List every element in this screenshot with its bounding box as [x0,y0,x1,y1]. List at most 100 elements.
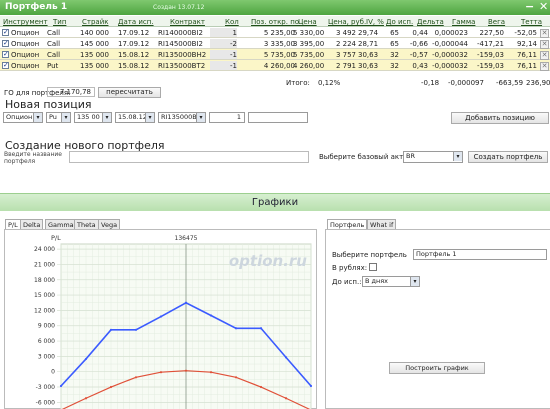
portfolio-select-value: Портфель 1 [416,250,457,258]
cell-type: Call [47,40,61,48]
strike-select[interactable]: 135 00 ▾ [74,112,112,123]
series-point [84,397,88,400]
recalculate-button[interactable]: пересчитать [98,87,161,98]
cell-strike: 135 000 [80,62,109,70]
series-point [159,371,163,374]
cell-delta: 0,43 [412,62,428,70]
col-header-contract[interactable]: Контракт [170,18,205,26]
date-select[interactable]: 15.08.12 ▾ [115,112,155,123]
watermark: option.ru [229,252,307,270]
price-input[interactable] [248,112,308,123]
cell-instrument: Опцион [11,29,40,37]
create-portfolio-button[interactable]: Создать портфель [468,151,548,163]
row-checkbox[interactable]: ✓ [2,51,9,58]
cell-open-price: 5 235,00 [263,29,295,37]
expiry-select[interactable]: В днях ▾ [362,276,420,287]
table-header: Инструмент Тип Страйк Дата исп. Контракт… [0,16,550,27]
col-header-type[interactable]: Тип [53,18,66,26]
y-axis-label: P/L [51,234,61,242]
series-point [84,357,88,361]
table-row[interactable]: ✓ Опцион Call 135 000 15.08.12 RI135000BH2 -1 5… [0,49,550,60]
row-checkbox[interactable]: ✓ [2,29,9,36]
contract-select[interactable]: RI135000B ▾ [158,112,206,123]
cell-days: 32 [390,51,399,59]
add-position-button[interactable]: Добавить позицию [451,112,549,124]
series-point [109,385,113,389]
y-tick-label: -6 000 [36,399,56,406]
table-row[interactable]: ✓ Опцион Call 140 000 17.09.12 RI140000BI2 1 5 … [0,27,550,38]
table-row[interactable]: ✓ Опцион Put 135 000 15.08.12 RI135000BT2 -1 4 … [0,60,550,71]
cell-open-price: 5 735,00 [263,51,295,59]
chevron-down-icon: ▾ [102,113,111,122]
quantity-input[interactable]: 1 [209,112,245,123]
totals-label: Итого: [286,79,310,87]
y-tick-label: 12 000 [34,307,55,314]
pl-chart-panel: 24 000 21 000 18 000 15 000 12 000 9 000 6 000… [4,229,317,409]
y-tick-label: 3 000 [38,353,55,360]
portfolio-select[interactable]: Портфель 1 [413,249,547,260]
col-header-qty[interactable]: Кол [225,18,239,26]
cell-price-rub: 3 757 [335,51,356,59]
type-select[interactable]: Pu ▾ [46,112,71,123]
cell-qty: -2 [210,39,237,48]
chevron-down-icon: ▾ [453,152,462,161]
col-header-strike[interactable]: Страйк [82,18,108,26]
series-point [309,384,313,388]
base-asset-select[interactable]: BR ▾ [403,151,463,163]
remove-row-icon[interactable]: ✕ [540,29,549,38]
col-header-price[interactable]: Цена [298,18,317,26]
row-checkbox[interactable]: ✓ [2,40,9,47]
cell-type: Put [47,62,59,70]
build-chart-button[interactable]: Построить график [389,362,485,374]
cell-iv: 30,63 [358,51,379,59]
col-header-open[interactable]: Поз. откр. по [251,18,299,26]
series-point [234,376,238,379]
created-date: Создан 13.07.12 [153,4,205,11]
remove-row-icon[interactable]: ✕ [540,40,549,49]
col-header-days[interactable]: До исп. [386,18,413,26]
cell-strike: 135 000 [80,51,109,59]
cell-date: 15.08.12 [118,62,150,70]
table-row[interactable]: ✓ Опцион Call 145 000 17.09.12 RI145000BI2 -2 3… [0,38,550,49]
price-marker-label: 136475 [175,235,198,242]
close-icon[interactable]: ✕ [539,1,548,13]
series-point [134,376,138,379]
col-header-delta[interactable]: Дельта [417,18,444,26]
cell-theta: 76,11 [516,62,537,70]
totals-theta: 236,90 [526,79,550,87]
series-point [259,385,263,389]
cell-delta: 0,44 [412,29,428,37]
cell-instrument: Опцион [11,40,40,48]
instrument-select-value: Опцион [6,113,33,121]
col-header-price-rub[interactable]: Цена, руб. [328,18,366,26]
series-point [59,384,63,388]
cell-vega: -159,03 [476,62,504,70]
col-header-theta[interactable]: Тетта [521,18,542,26]
col-header-vega[interactable]: Вега [488,18,505,26]
portfolio-name-input[interactable] [69,151,309,163]
y-tick-label: 6 000 [38,338,55,345]
new-position-title: Новая позиция [5,98,92,111]
chevron-down-icon: ▾ [145,113,154,122]
col-header-date[interactable]: Дата исп. [118,18,154,26]
instrument-select[interactable]: Опцион ▾ [3,112,43,123]
cell-price: 3 395,00 [293,40,325,48]
y-tick-label: 0 [51,369,55,376]
cell-instrument: Опцион [11,51,40,59]
remove-row-icon[interactable]: ✕ [540,62,549,71]
row-checkbox[interactable]: ✓ [2,62,9,69]
chevron-down-icon: ▾ [410,277,419,286]
cell-gamma: -0,000032 [432,51,468,59]
col-header-iv[interactable]: IV, % [366,18,384,26]
totals-vega: -663,59 [496,79,524,87]
minimize-icon[interactable]: − [525,1,534,13]
remove-row-icon[interactable]: ✕ [540,51,549,60]
cell-instrument: Опцион [11,62,40,70]
cell-strike: 140 000 [80,29,109,37]
in-rubles-checkbox[interactable] [369,263,377,271]
col-header-gamma[interactable]: Гамма [452,18,475,26]
cell-price: 5 330,00 [293,29,325,37]
cell-vega: -159,03 [476,51,504,59]
cell-date: 17.09.12 [118,29,150,37]
col-header-instrument[interactable]: Инструмент [3,18,48,26]
